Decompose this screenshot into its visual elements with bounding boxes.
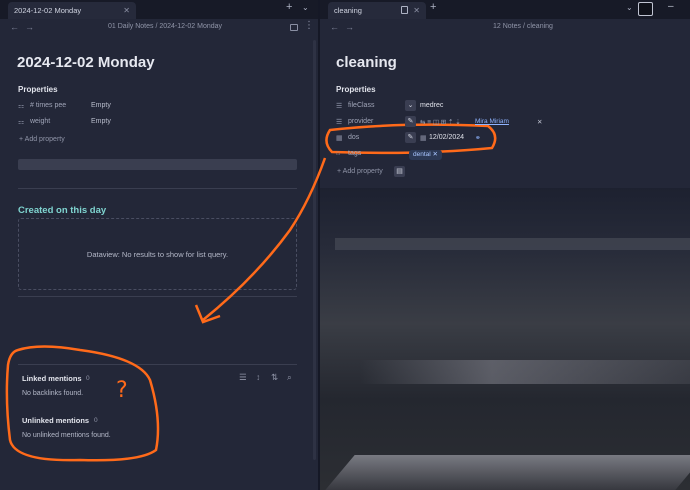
left-scrollbar[interactable] <box>313 40 316 460</box>
new-tab-icon[interactable]: + <box>430 1 436 13</box>
property-key-tags[interactable]: tags <box>348 150 361 157</box>
right-navbar: ← → 12 Notes / cleaning <box>320 19 690 37</box>
forward-arrow-icon[interactable]: → <box>345 22 354 32</box>
chevron-down-icon[interactable]: ⌄ <box>626 3 633 12</box>
property-value[interactable]: Empty <box>91 102 111 109</box>
dataview-block: Dataview: No results to show for list qu… <box>18 218 297 290</box>
background-image <box>320 188 690 490</box>
back-arrow-icon[interactable]: ← <box>10 22 19 32</box>
tab-cleaning[interactable]: cleaning ✕ <box>328 2 426 19</box>
property-key[interactable]: # times pee <box>30 102 66 109</box>
lock-icon[interactable] <box>401 6 408 14</box>
provider-toolbar-icons[interactable]: ⇆ ≡ ◫ ⊞ ⇡ ⇣ <box>420 118 461 126</box>
close-icon[interactable]: ✕ <box>123 2 130 19</box>
forward-arrow-icon[interactable]: → <box>25 22 34 32</box>
calendar-icon: ▦ <box>420 135 427 142</box>
remove-icon[interactable]: ✕ <box>537 118 542 126</box>
collapse-icon[interactable]: ↕ <box>256 372 260 382</box>
no-unlinked-message: No unlinked mentions found. <box>22 432 111 439</box>
number-icon: ⚏ <box>18 103 25 110</box>
linked-mentions-count: 0 <box>86 375 90 382</box>
provider-links[interactable]: Mira Miriam <box>475 118 509 125</box>
chevron-down-icon[interactable]: ⌄ <box>302 3 309 12</box>
created-on-this-day-heading: Created on this day <box>18 205 107 216</box>
image-streak <box>335 238 690 250</box>
sort-icon[interactable]: ⇅ <box>271 372 278 383</box>
property-key[interactable]: weight <box>30 118 50 125</box>
properties-heading: Properties <box>336 85 376 94</box>
property-key-provider[interactable]: provider <box>348 118 373 125</box>
properties-heading: Properties <box>18 85 58 94</box>
tab-label: 2024-12-02 Monday <box>14 6 82 15</box>
fileclass-chevron-icon[interactable]: ⌄ <box>405 100 416 111</box>
minimize-icon[interactable]: – <box>668 1 674 12</box>
more-options-icon[interactable]: ⋮ <box>304 20 314 31</box>
tab-daily-note[interactable]: 2024-12-02 Monday ✕ <box>8 2 136 19</box>
no-backlinks-message: No backlinks found. <box>22 390 84 397</box>
tab-label: cleaning <box>334 6 362 15</box>
linked-mentions-heading[interactable]: Linked mentions <box>22 374 82 383</box>
back-arrow-icon[interactable]: ← <box>330 22 339 32</box>
breadcrumb: 01 Daily Notes / 2024-12-02 Monday <box>108 23 223 30</box>
list-icon: ☰ <box>336 119 343 126</box>
breadcrumb: 12 Notes / cleaning <box>493 23 553 30</box>
add-property-button[interactable]: + Add property <box>337 168 383 175</box>
property-value[interactable]: Empty <box>91 118 111 125</box>
note-title: cleaning <box>336 54 397 71</box>
list-icon: ☰ <box>336 103 343 110</box>
page-title: 2024-12-02 Monday <box>17 54 155 71</box>
editor-line-placeholder[interactable] <box>18 159 297 170</box>
edit-icon[interactable]: ✎ <box>405 116 416 127</box>
calendar-icon: ▦ <box>336 135 343 142</box>
new-tab-icon[interactable]: + <box>286 1 292 13</box>
right-tabbar: cleaning ✕ + ⌄ – <box>320 0 690 19</box>
fileclass-value[interactable]: medrec <box>420 102 443 109</box>
image-streak <box>325 455 690 490</box>
sidebar-toggle-icon[interactable] <box>638 2 653 16</box>
image-streak <box>360 360 690 384</box>
tag-pill[interactable]: dental ✕ <box>409 150 442 160</box>
list-icon[interactable]: ☰ <box>239 372 247 383</box>
tags-icon: ⌂ <box>336 150 341 157</box>
left-tabbar: 2024-12-02 Monday ✕ + ⌄ <box>0 0 318 19</box>
backlinks-divider <box>18 364 297 365</box>
add-property-button[interactable]: + Add property <box>19 136 65 143</box>
unlinked-mentions-count: 0 <box>94 417 98 424</box>
reading-view-icon[interactable] <box>290 24 298 31</box>
unlinked-mentions-heading[interactable]: Unlinked mentions <box>22 416 89 425</box>
tag-label: dental <box>413 151 431 158</box>
search-icon[interactable]: ⌕ <box>287 372 292 383</box>
dataview-message: Dataview: No results to show for list qu… <box>86 250 229 259</box>
question-mark-annotation: ? <box>116 378 128 403</box>
left-navbar: ← → 01 Daily Notes / 2024-12-02 Monday ⋮ <box>0 19 318 37</box>
clipboard-icon[interactable]: ▤ <box>394 166 405 177</box>
dos-date-value[interactable]: 12/02/2024 <box>429 134 464 141</box>
property-key-fileclass[interactable]: fileClass <box>348 102 374 109</box>
edit-icon[interactable]: ✎ <box>405 132 416 143</box>
number-icon: ⚏ <box>18 119 25 126</box>
divider-line <box>18 188 297 189</box>
property-key-dos[interactable]: dos <box>348 134 359 141</box>
close-icon[interactable]: ✕ <box>413 2 420 19</box>
divider-line <box>18 296 297 297</box>
link-icon[interactable]: ⚭ <box>475 134 481 142</box>
